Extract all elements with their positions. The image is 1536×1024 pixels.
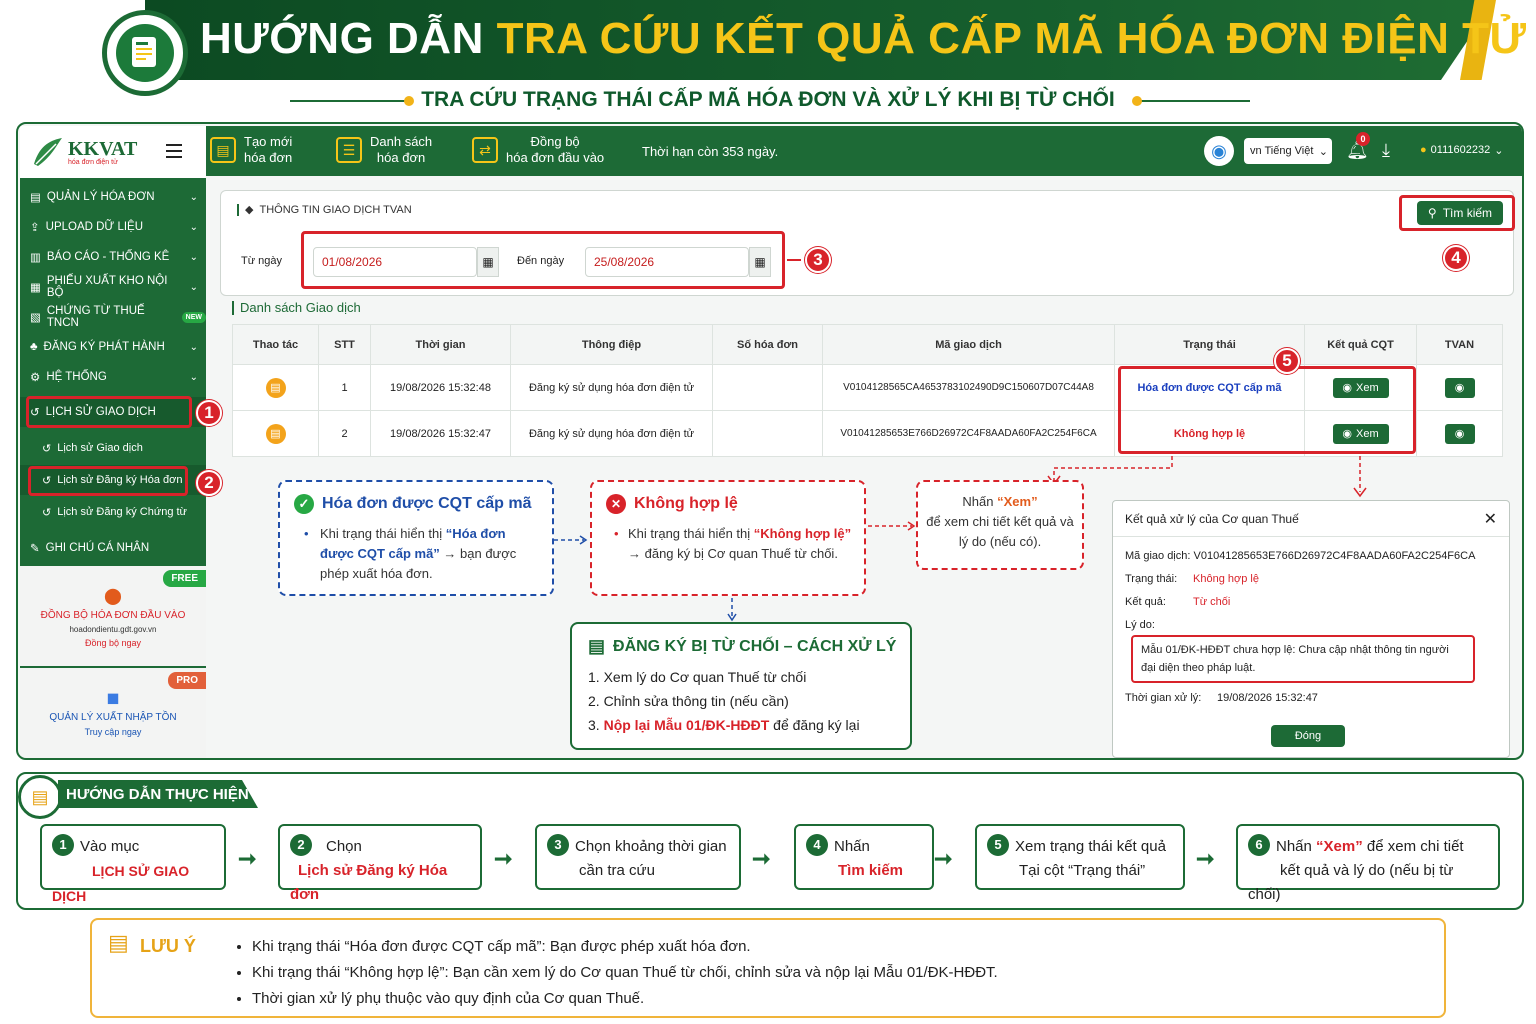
- x-circle-icon: ✕: [606, 494, 626, 514]
- modal-label: Thời gian xử lý:: [1125, 692, 1202, 704]
- note-text-part: Khi trạng thái hiển thị: [320, 526, 446, 541]
- note-bad: ✕ Không hợp lệ • Khi trạng thái hiển thị …: [590, 480, 866, 596]
- result-modal: Kết quả xử lý của Cơ quan Thuế ✕ Mã giao…: [1112, 500, 1510, 758]
- notepad-icon: ▤: [108, 930, 129, 955]
- modal-label: Kết quả:: [1125, 596, 1166, 608]
- note-ok: ✓ Hóa đơn được CQT cấp mã • Khi trạng thá…: [278, 480, 554, 596]
- note-text-bold: “Không hợp lệ”: [753, 526, 852, 541]
- reject-title: ĐĂNG KÝ BỊ TỪ CHỐI – CÁCH XỬ LÝ: [613, 637, 897, 655]
- modal-time: 19/08/2026 15:32:47: [1217, 692, 1318, 704]
- reason-text: Mẫu 01/ĐK-HĐĐT chưa hợp lệ: Chưa cập nhậ…: [1131, 635, 1475, 683]
- note-text: • Khi trạng thái hiển thị “Hóa đơn được C…: [304, 524, 540, 584]
- note-view: Nhấn “Xem” để xem chi tiết kết quả và lý …: [916, 480, 1084, 570]
- modal-status: Không hợp lệ: [1193, 573, 1259, 585]
- luuy-item: Khi trạng thái “Hóa đơn được CQT cấp mã”…: [252, 934, 998, 960]
- reject-step: 3. Nộp lại Mẫu 01/ĐK-HĐĐT để đăng ký lại: [588, 713, 910, 737]
- step-line: để xem chi tiết: [1362, 838, 1464, 855]
- arrow-right-icon: ➞: [934, 846, 953, 871]
- guide-step-1: 1 Vào mục LỊCH SỬ GIAO DỊCH: [40, 824, 226, 904]
- modal-result: Từ chối: [1193, 596, 1231, 608]
- arrow-right-icon: ➞: [752, 846, 771, 871]
- reject-step-rest: để đăng ký lại: [769, 717, 860, 733]
- modal-label: Trạng thái:: [1125, 573, 1178, 585]
- modal-code: V01041285653E766D26972C4F8AADA60FA2C254F…: [1193, 550, 1476, 562]
- close-button[interactable]: Đóng: [1271, 725, 1345, 747]
- guide-step-5: 5 Xem trạng thái kết quả Tại cột “Trạng th…: [975, 824, 1185, 890]
- step-line-red: Tìm kiếm: [838, 862, 904, 879]
- guide-title: HƯỚNG DẪN THỰC HIỆN: [58, 780, 258, 808]
- note-box: ▤ LƯU Ý Khi trạng thái “Hóa đơn được CQT…: [90, 918, 1446, 1018]
- guide-step-2: 2 Chọn Lịch sử Đăng ký Hóa đơn: [278, 824, 482, 903]
- step-line: Nhấn: [834, 838, 870, 855]
- luuy-item: Thời gian xử lý phụ thuộc vào quy định c…: [252, 986, 998, 1012]
- arrow-right-icon: ➞: [238, 846, 257, 871]
- step-line: Tại cột “Trạng thái”: [1019, 862, 1146, 879]
- note-text: • Khi trạng thái hiển thị “Không hợp lệ” …: [614, 524, 852, 564]
- note-text-part: Nhấn: [962, 494, 998, 509]
- clipboard-icon: ▤: [588, 636, 606, 656]
- arrow-right-icon: ➞: [1196, 846, 1215, 871]
- luuy-item: Khi trạng thái “Không hợp lệ”: Bạn cần x…: [252, 960, 998, 986]
- reject-step: 2. Chỉnh sửa thông tin (nếu cần): [588, 693, 789, 709]
- step-num: 1: [52, 834, 74, 856]
- note-text-part: → đăng ký bị Cơ quan Thuế từ chối.: [628, 546, 838, 561]
- step-num: 4: [806, 834, 828, 856]
- close-icon[interactable]: ✕: [1484, 509, 1497, 529]
- guide-step-6: 6 Nhấn “Xem” để xem chi tiết kết quả và lý…: [1236, 824, 1500, 903]
- step-line: cần tra cứu: [579, 862, 655, 879]
- step-num: 6: [1248, 834, 1270, 856]
- bullet: •: [304, 526, 309, 541]
- luuy-list: Khi trạng thái “Hóa đơn được CQT cấp mã”…: [252, 934, 998, 1012]
- guide-step-4: 4 Nhấn Tìm kiếm: [794, 824, 934, 890]
- modal-label: Lý do:: [1125, 619, 1155, 631]
- invoice-logo-icon: [102, 10, 188, 96]
- note-text-part: Khi trạng thái hiển thị: [628, 526, 754, 541]
- step-line: Chọn: [326, 838, 362, 855]
- note-title: Hóa đơn được CQT cấp mã: [322, 495, 532, 512]
- step-num: 2: [290, 834, 312, 856]
- reject-step: 1. Xem lý do Cơ quan Thuế từ chối: [588, 669, 807, 685]
- note-text-bold: “Xem”: [997, 494, 1038, 509]
- step-line: Nhấn: [1276, 838, 1317, 855]
- step-num: 3: [547, 834, 569, 856]
- app-window: KKVAT hóa đơn điện tử ▤ QUẢN LÝ HÓA ĐƠN ⌄ …: [16, 122, 1524, 760]
- modal-label: Mã giao dịch:: [1125, 550, 1191, 562]
- clipboard-icon: ▤: [18, 775, 62, 819]
- reject-step-num: 3.: [588, 717, 604, 733]
- step-num: 5: [987, 834, 1009, 856]
- modal-title: Kết quả xử lý của Cơ quan Thuế: [1125, 511, 1299, 526]
- arrow-right-icon: ➞: [494, 846, 513, 871]
- reject-guide: ▤ ĐĂNG KÝ BỊ TỪ CHỐI – CÁCH XỬ LÝ 1. Xem…: [570, 622, 912, 750]
- step-line: Xem trạng thái kết quả: [1015, 838, 1166, 855]
- check-icon: ✓: [294, 494, 314, 514]
- step-line: Vào mục: [80, 838, 140, 855]
- reject-step-red: Nộp lại Mẫu 01/ĐK-HĐĐT: [603, 717, 770, 733]
- note-title: Không hợp lệ: [634, 495, 738, 512]
- luuy-title: LƯU Ý: [140, 936, 196, 956]
- divider: [1140, 100, 1250, 102]
- divider-dot: [1132, 96, 1142, 106]
- guide-step-3: 3 Chọn khoảng thời gian cần tra cứu: [535, 824, 741, 890]
- step-line: Chọn khoảng thời gian: [575, 838, 727, 855]
- page-subtitle: TRA CỨU TRẠNG THÁI CẤP MÃ HÓA ĐƠN VÀ XỬ …: [421, 88, 1115, 111]
- page-title: HƯỚNG DẪN TRA CỨU KẾT QUẢ CẤP MÃ HÓA ĐƠN…: [200, 14, 1527, 63]
- bullet: •: [614, 526, 619, 541]
- step-line-red: “Xem”: [1316, 838, 1363, 855]
- note-text-part: để xem chi tiết kết quả và lý do (nếu có…: [926, 514, 1074, 549]
